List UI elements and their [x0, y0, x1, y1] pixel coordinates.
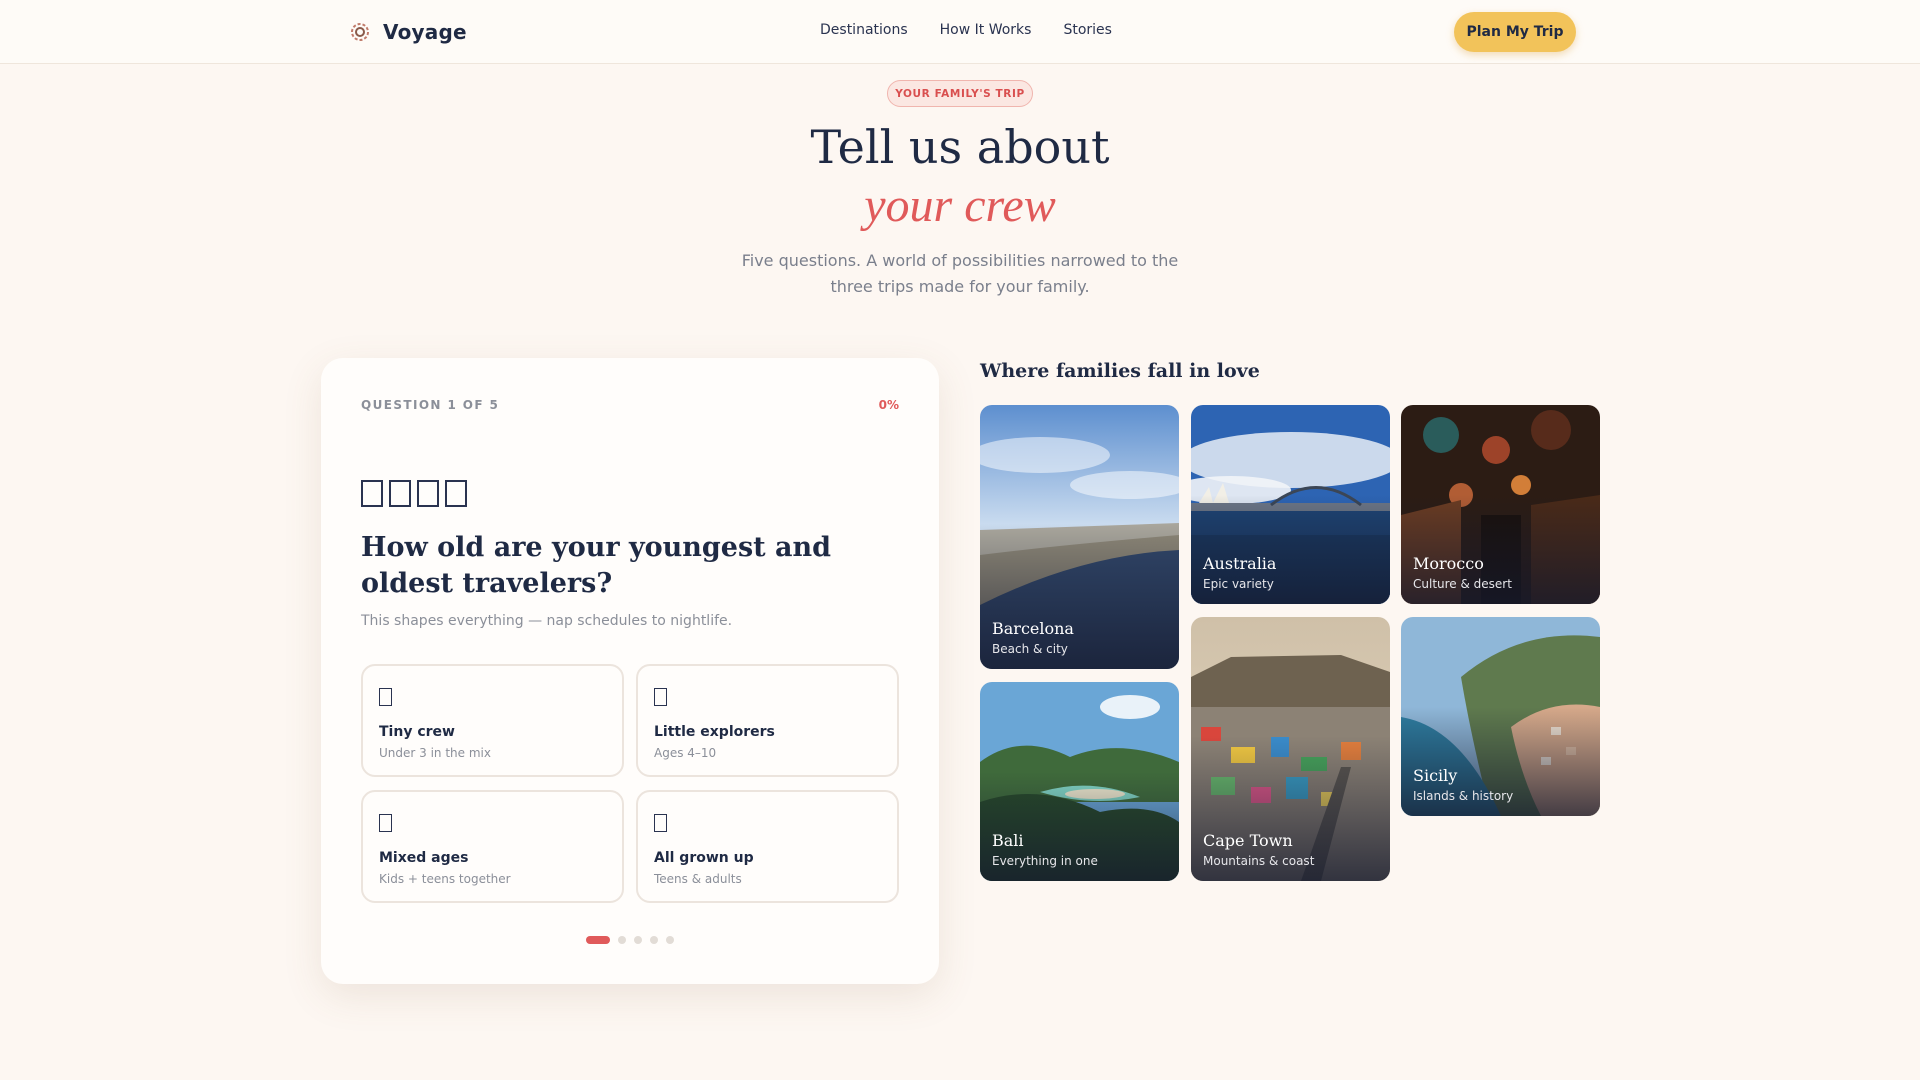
question-emoji-icon	[361, 480, 467, 507]
option-title: Mixed ages	[379, 850, 469, 866]
family-member-icon	[389, 480, 411, 507]
tile-subtitle: Everything in one	[992, 854, 1098, 868]
family-member-icon	[361, 480, 383, 507]
question-title: How old are your youngest and oldest tra…	[361, 532, 832, 599]
gallery-title: Where families fall in love	[980, 360, 1260, 382]
brand[interactable]: Voyage	[349, 20, 467, 44]
hero-title: Tell us about	[810, 120, 1110, 174]
hero-badge: YOUR FAMILY'S TRIP	[887, 80, 1033, 107]
nav-link-how-it-works[interactable]: How It Works	[940, 22, 1032, 38]
progress-percent: 0%	[878, 398, 899, 412]
tile-name: Bali	[992, 831, 1024, 850]
answer-options: Tiny crew Under 3 in the mix Little expl…	[361, 664, 899, 903]
tile-subtitle: Epic variety	[1203, 577, 1274, 591]
step-dot-5[interactable]	[666, 936, 674, 944]
option-little-explorers[interactable]: Little explorers Ages 4–10	[636, 664, 899, 777]
plan-my-trip-button[interactable]: Plan My Trip	[1454, 12, 1576, 52]
tile-subtitle: Beach & city	[992, 642, 1068, 656]
tile-subtitle: Culture & desert	[1413, 577, 1512, 591]
tile-name: Morocco	[1413, 554, 1484, 573]
family-icon	[379, 814, 392, 832]
tile-subtitle: Islands & history	[1413, 789, 1514, 803]
family-member-icon	[445, 480, 467, 507]
option-title: Tiny crew	[379, 724, 455, 740]
tile-morocco[interactable]: Morocco Culture & desert	[1401, 405, 1600, 604]
tile-bali[interactable]: Bali Everything in one	[980, 682, 1179, 881]
hero-subtitle: Five questions. A world of possibilities…	[710, 248, 1210, 300]
tile-barcelona[interactable]: Barcelona Beach & city	[980, 405, 1179, 669]
option-title: Little explorers	[654, 724, 775, 740]
tile-sicily[interactable]: Sicily Islands & history	[1401, 617, 1600, 816]
child-icon	[654, 688, 667, 706]
option-subtitle: Under 3 in the mix	[379, 746, 491, 760]
step-dots	[321, 936, 939, 944]
step-dot-1[interactable]	[586, 936, 610, 944]
step-dot-3[interactable]	[634, 936, 642, 944]
brand-name: Voyage	[383, 20, 467, 44]
hero-subtitle-line2: three trips made for your family.	[830, 277, 1090, 296]
nav-link-destinations[interactable]: Destinations	[820, 22, 908, 38]
option-subtitle: Teens & adults	[654, 872, 742, 886]
tile-cape-town[interactable]: Cape Town Mountains & coast	[1191, 617, 1390, 881]
nav-link-stories[interactable]: Stories	[1063, 22, 1112, 38]
question-step: QUESTION 1 OF 5	[361, 398, 500, 412]
tile-australia[interactable]: Australia Epic variety	[1191, 405, 1390, 604]
hero-title-accent: your crew	[864, 179, 1056, 232]
step-dot-4[interactable]	[650, 936, 658, 944]
option-all-grown-up[interactable]: All grown up Teens & adults	[636, 790, 899, 903]
option-title: All grown up	[654, 850, 754, 866]
hero-subtitle-line1: Five questions. A world of possibilities…	[741, 251, 1179, 270]
tile-name: Sicily	[1413, 766, 1458, 785]
compass-logo-icon	[351, 23, 369, 41]
option-subtitle: Ages 4–10	[654, 746, 717, 760]
adult-icon	[654, 814, 667, 832]
top-nav: Voyage Destinations How It Works Stories…	[0, 0, 1920, 64]
quiz-card: QUESTION 1 OF 5 0% How old are your youn…	[321, 358, 939, 984]
nav-links: Destinations How It Works Stories	[820, 22, 1112, 38]
question-help: This shapes everything — nap schedules t…	[361, 613, 733, 629]
tile-name: Barcelona	[992, 619, 1074, 638]
tile-subtitle: Mountains & coast	[1203, 854, 1315, 868]
baby-icon	[379, 688, 392, 706]
step-dot-2[interactable]	[618, 936, 626, 944]
option-mixed-ages[interactable]: Mixed ages Kids + teens together	[361, 790, 624, 903]
option-subtitle: Kids + teens together	[379, 872, 511, 886]
option-tiny-crew[interactable]: Tiny crew Under 3 in the mix	[361, 664, 624, 777]
tile-name: Australia	[1203, 554, 1277, 573]
tile-name: Cape Town	[1203, 831, 1293, 850]
family-member-icon	[417, 480, 439, 507]
